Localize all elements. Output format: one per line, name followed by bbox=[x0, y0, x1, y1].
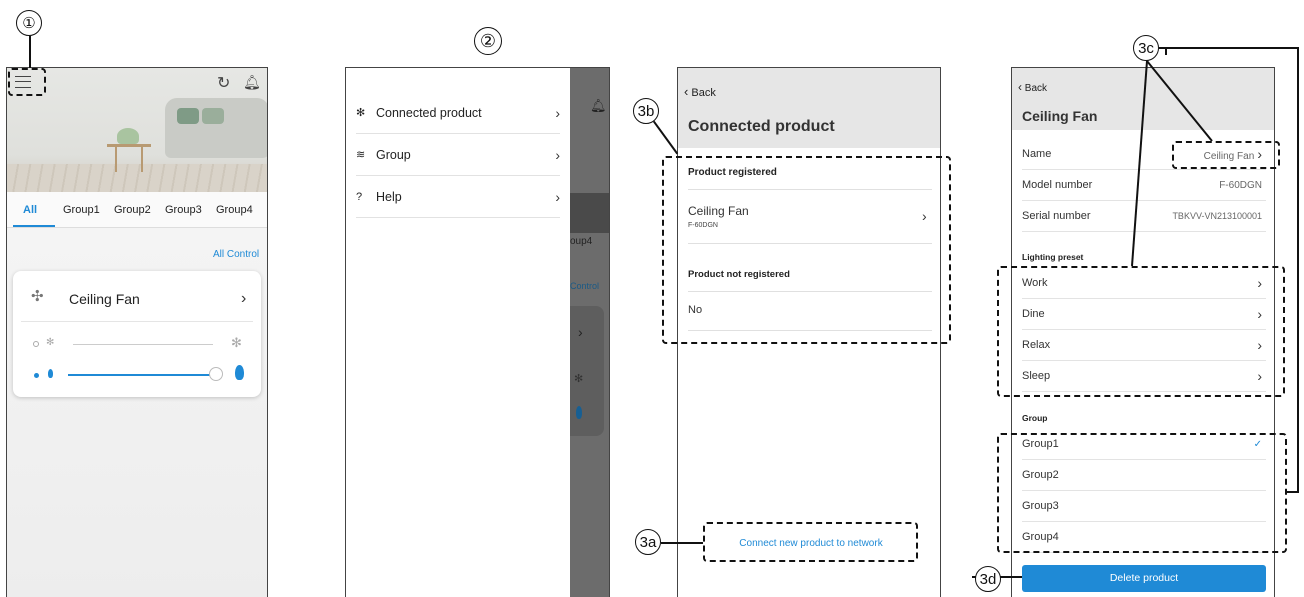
presets-box bbox=[997, 266, 1285, 397]
name-value-box bbox=[1172, 141, 1280, 169]
callout-3d: 3d bbox=[975, 566, 1001, 592]
groups-box bbox=[997, 433, 1287, 553]
